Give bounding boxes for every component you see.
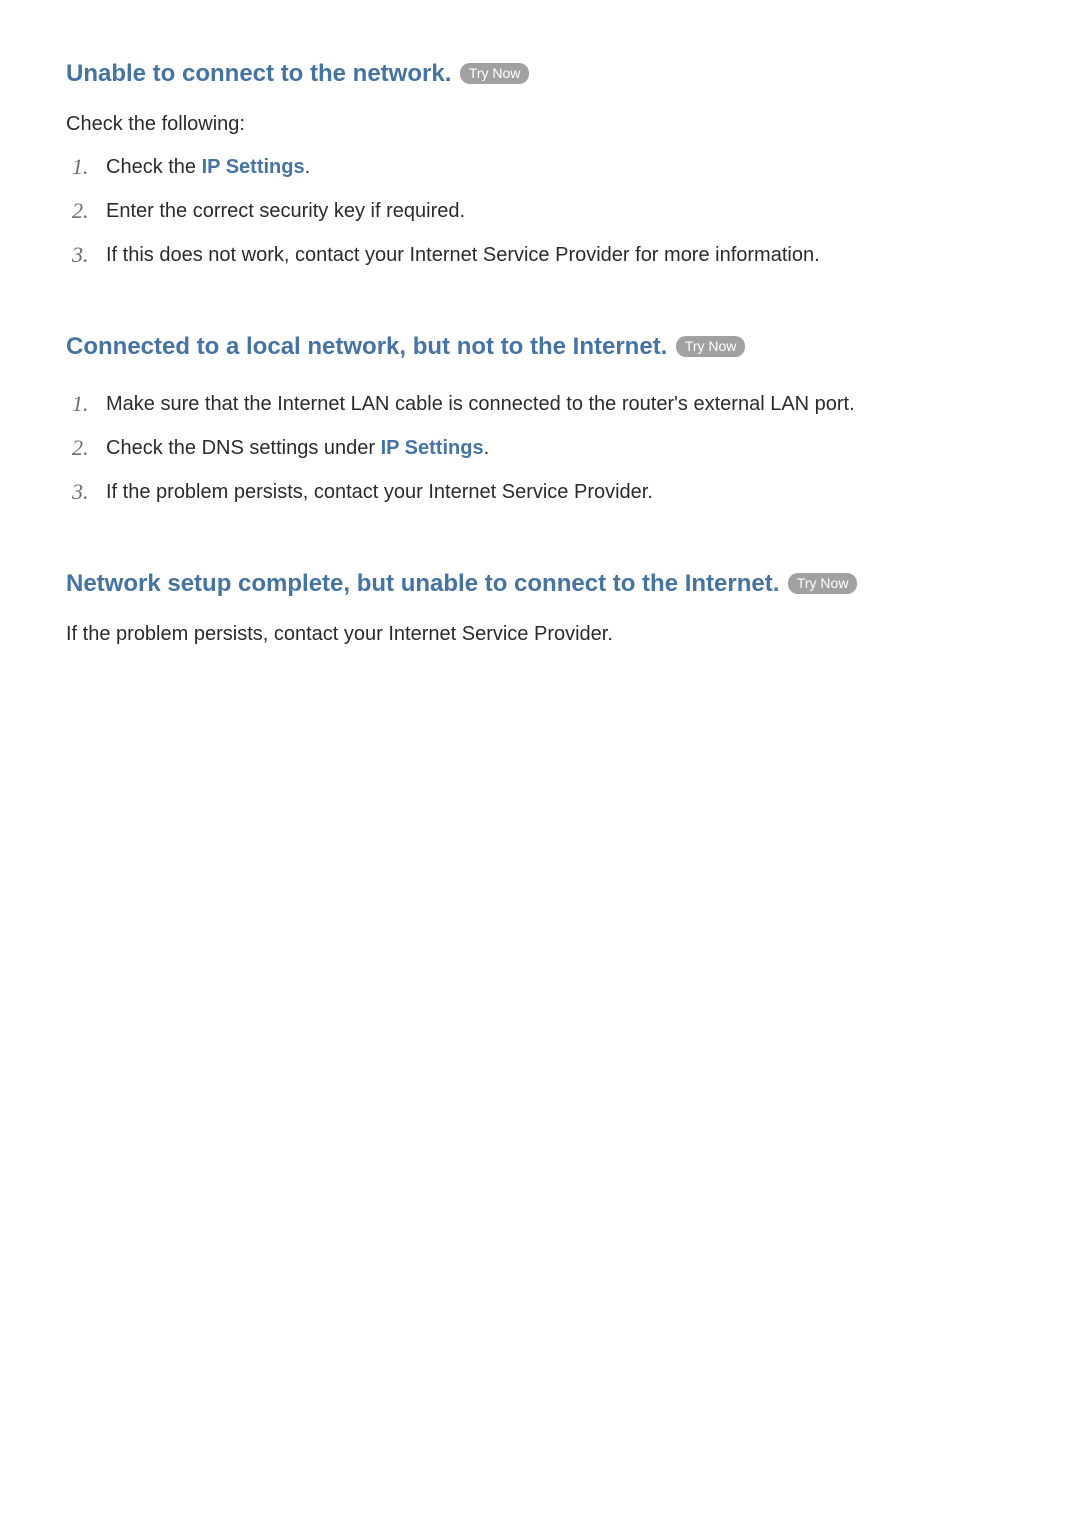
list-item-text: Make sure that the Internet LAN cable is… (106, 393, 855, 415)
try-now-button[interactable]: Try Now (788, 573, 858, 594)
section-intro: Check the following: (66, 113, 1014, 136)
try-now-button[interactable]: Try Now (460, 63, 530, 84)
list-item: Enter the correct security key if requir… (66, 192, 1014, 230)
steps-list: Make sure that the Internet LAN cable is… (66, 385, 1014, 511)
section-local-network-no-internet: Connected to a local network, but not to… (66, 330, 1014, 512)
heading-row: Connected to a local network, but not to… (66, 330, 1014, 364)
section-unable-to-connect: Unable to connect to the network. Try No… (66, 57, 1014, 274)
list-item-text: Check the DNS settings under (106, 437, 381, 459)
try-now-button[interactable]: Try Now (676, 336, 746, 357)
list-item: If this does not work, contact your Inte… (66, 236, 1014, 274)
section-heading: Unable to connect to the network. (66, 60, 451, 87)
section-heading: Network setup complete, but unable to co… (66, 570, 779, 597)
keyword-ip-settings: IP Settings (202, 156, 305, 178)
list-item-text: If the problem persists, contact your In… (106, 481, 653, 503)
heading-row: Unable to connect to the network. Try No… (66, 57, 1014, 91)
section-heading: Connected to a local network, but not to… (66, 333, 667, 360)
list-item: If the problem persists, contact your In… (66, 473, 1014, 511)
list-item: Check the DNS settings under IP Settings… (66, 429, 1014, 467)
keyword-ip-settings: IP Settings (381, 437, 484, 459)
list-item: Make sure that the Internet LAN cable is… (66, 385, 1014, 423)
steps-list: Check the IP Settings. Enter the correct… (66, 148, 1014, 274)
list-item-text: Enter the correct security key if requir… (106, 200, 465, 222)
list-item: Check the IP Settings. (66, 148, 1014, 186)
heading-row: Network setup complete, but unable to co… (66, 567, 1014, 601)
list-item-text: Check the (106, 156, 202, 178)
list-item-text: . (305, 156, 311, 178)
section-setup-complete-no-internet: Network setup complete, but unable to co… (66, 567, 1014, 646)
section-body: If the problem persists, contact your In… (66, 623, 1014, 646)
list-item-text: If this does not work, contact your Inte… (106, 244, 820, 266)
list-item-text: . (484, 437, 490, 459)
